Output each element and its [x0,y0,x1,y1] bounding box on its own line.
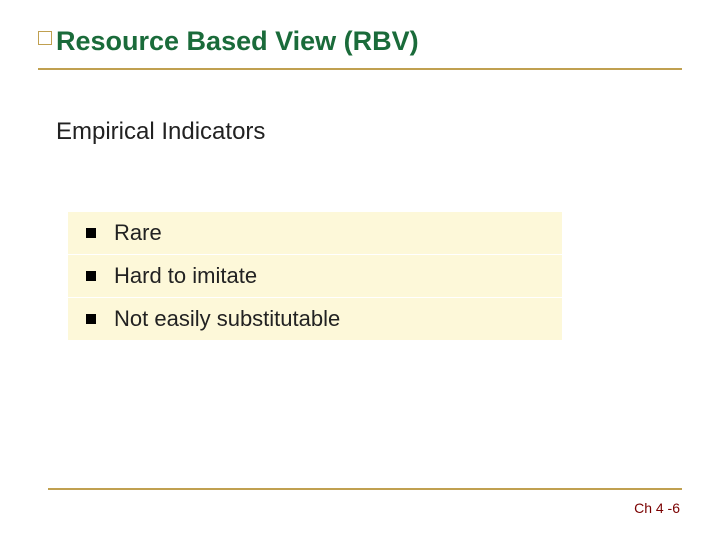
bottom-rule [48,488,682,490]
slide-title: Resource Based View (RBV) [56,26,419,57]
square-bullet-icon [86,314,96,324]
slide-subtitle: Empirical Indicators [56,118,265,146]
slide-footer: Ch 4 -6 [634,500,680,516]
bullet-text: Hard to imitate [114,263,257,289]
bullet-text: Not easily substitutable [114,306,340,332]
square-bullet-icon [86,271,96,281]
square-bullet-icon [86,228,96,238]
list-item: Not easily substitutable [68,298,562,340]
accent-box-icon [38,31,52,45]
list-item: Hard to imitate [68,255,562,297]
slide: Resource Based View (RBV) Empirical Indi… [0,0,720,540]
list-item: Rare [68,212,562,254]
bullet-list: Rare Hard to imitate Not easily substitu… [68,212,562,341]
title-underline [38,68,682,70]
bullet-text: Rare [114,220,162,246]
